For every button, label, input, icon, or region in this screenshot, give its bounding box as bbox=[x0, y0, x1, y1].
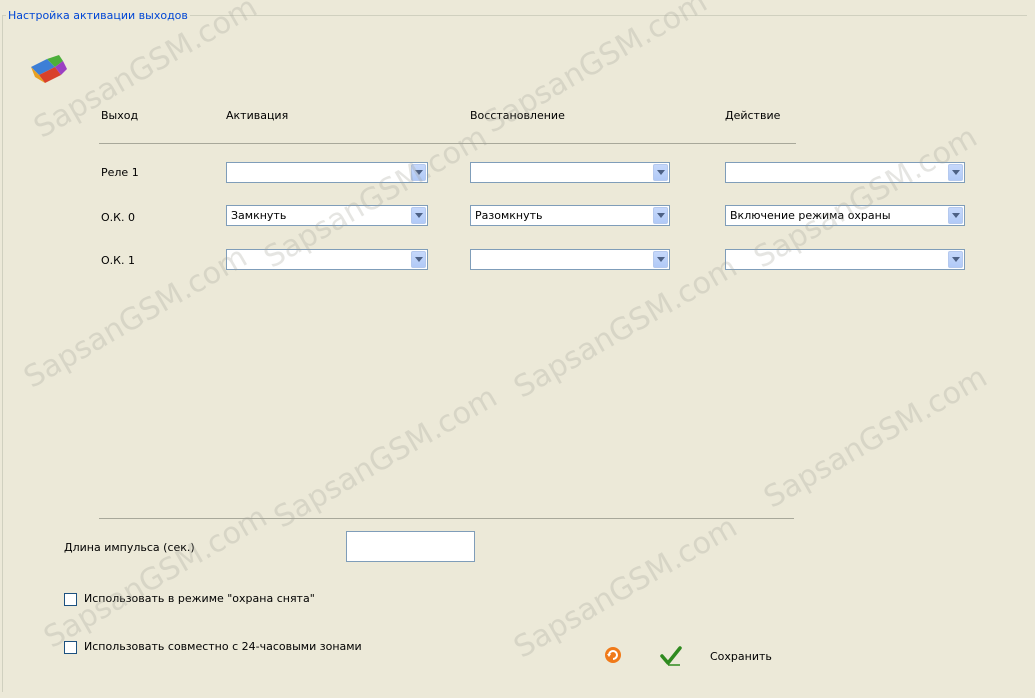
select-value: Включение режима охраны bbox=[730, 209, 891, 222]
relay-1-action-select[interactable] bbox=[725, 162, 965, 183]
footer-separator bbox=[99, 518, 794, 519]
chevron-down-icon[interactable] bbox=[411, 164, 426, 181]
chevron-down-icon[interactable] bbox=[653, 164, 668, 181]
row-label-ok-1: О.К. 1 bbox=[101, 254, 135, 267]
groupbox-title: Настройка активации выходов bbox=[6, 9, 190, 22]
column-header-output: Выход bbox=[101, 109, 139, 122]
app-logo-icon bbox=[31, 55, 67, 83]
relay-1-activation-select[interactable] bbox=[226, 162, 428, 183]
column-header-action: Действие bbox=[725, 109, 781, 122]
header-separator bbox=[99, 143, 796, 144]
ok-1-action-select[interactable] bbox=[725, 249, 965, 270]
chevron-down-icon[interactable] bbox=[653, 251, 668, 268]
zones-24h-label[interactable]: Использовать совместно с 24-часовыми зон… bbox=[84, 640, 362, 653]
disarmed-mode-checkbox[interactable] bbox=[64, 593, 77, 606]
chevron-down-icon[interactable] bbox=[411, 251, 426, 268]
select-value: Разомкнуть bbox=[475, 209, 543, 222]
ok-0-action-select[interactable]: Включение режима охраны bbox=[725, 205, 965, 226]
refresh-icon[interactable] bbox=[604, 646, 622, 664]
column-header-activation: Активация bbox=[226, 109, 289, 122]
pulse-length-label: Длина импульса (сек.) bbox=[64, 541, 195, 554]
checkmark-icon[interactable] bbox=[660, 645, 682, 667]
ok-1-restore-select[interactable] bbox=[470, 249, 670, 270]
row-label-relay-1: Реле 1 bbox=[101, 166, 139, 179]
chevron-down-icon[interactable] bbox=[653, 207, 668, 224]
relay-1-restore-select[interactable] bbox=[470, 162, 670, 183]
row-label-ok-0: О.К. 0 bbox=[101, 211, 135, 224]
column-header-restore: Восстановление bbox=[470, 109, 565, 122]
chevron-down-icon[interactable] bbox=[948, 164, 963, 181]
select-value: Замкнуть bbox=[231, 209, 287, 222]
chevron-down-icon[interactable] bbox=[948, 251, 963, 268]
ok-0-activation-select[interactable]: Замкнуть bbox=[226, 205, 428, 226]
ok-1-activation-select[interactable] bbox=[226, 249, 428, 270]
ok-0-restore-select[interactable]: Разомкнуть bbox=[470, 205, 670, 226]
save-button[interactable]: Сохранить bbox=[710, 650, 772, 663]
zones-24h-checkbox[interactable] bbox=[64, 641, 77, 654]
pulse-length-input[interactable] bbox=[346, 531, 475, 562]
chevron-down-icon[interactable] bbox=[948, 207, 963, 224]
chevron-down-icon[interactable] bbox=[411, 207, 426, 224]
disarmed-mode-label[interactable]: Использовать в режиме "охрана снята" bbox=[84, 592, 315, 605]
